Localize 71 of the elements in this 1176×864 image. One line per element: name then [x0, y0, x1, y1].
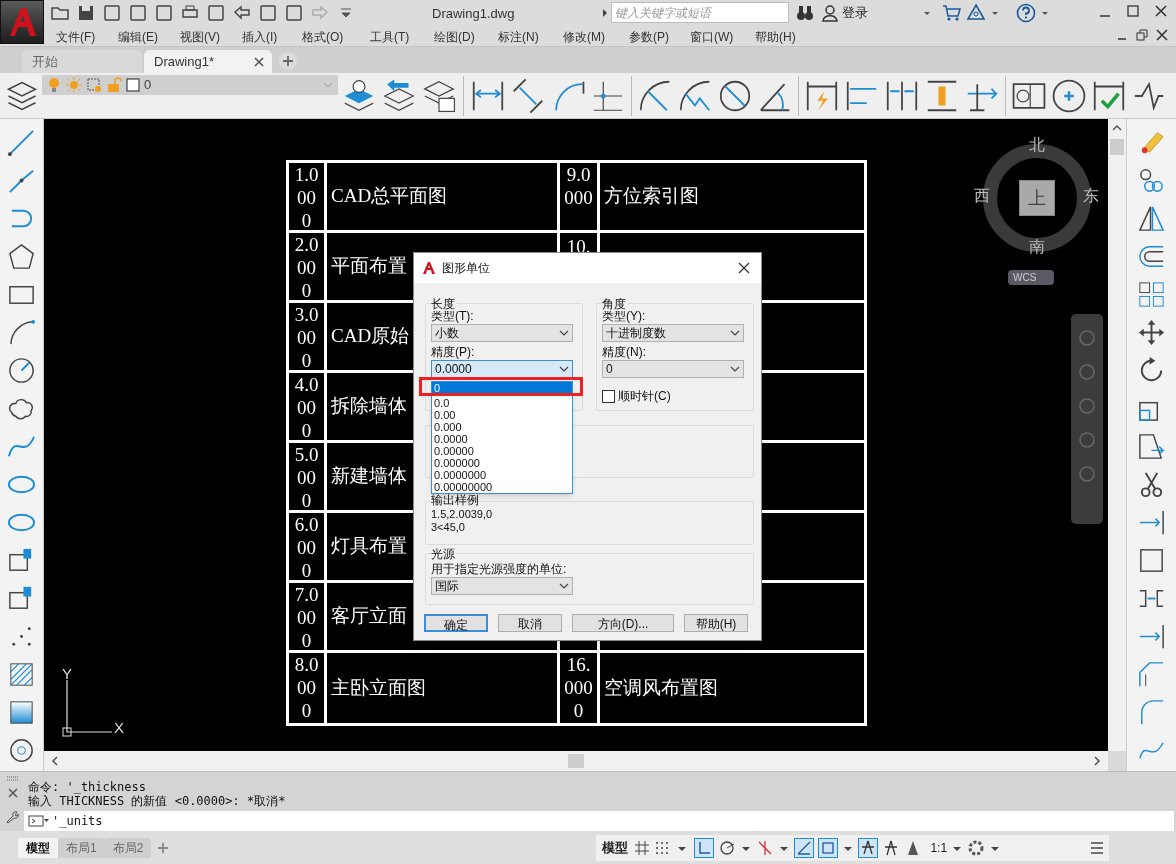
- compass-label: 西: [974, 186, 990, 206]
- table-cell: 9.0000: [560, 163, 600, 233]
- field-label: 类型(T):: [431, 309, 475, 323]
- table-cell: 7.0000: [289, 583, 327, 653]
- dialog-button[interactable]: 方向(D)...: [572, 614, 674, 632]
- table-cell: 主卧立面图: [327, 653, 560, 723]
- layer-name: 0: [144, 76, 152, 95]
- table-cell: 4.0000: [289, 373, 327, 443]
- layout-tab[interactable]: 布局1: [58, 837, 105, 858]
- menu-item[interactable]: 工具(T): [370, 28, 434, 46]
- view-cube-face[interactable]: 上: [1019, 180, 1055, 216]
- menu-item[interactable]: 帮助(H): [755, 28, 815, 46]
- table-cell: 方位索引图: [600, 163, 864, 233]
- compass-label: 东: [1083, 186, 1099, 206]
- wcs-dropdown[interactable]: WCS: [1008, 270, 1054, 285]
- length-type-dropdown[interactable]: 小数: [431, 324, 573, 342]
- table-cell: 2.0000: [289, 233, 327, 303]
- menu-item[interactable]: 文件(F): [56, 28, 118, 46]
- layout-tab[interactable]: 布局2: [104, 837, 152, 858]
- menu-item[interactable]: 格式(O): [302, 28, 370, 46]
- field-label: 精度(N):: [602, 345, 647, 359]
- menu-item[interactable]: 绘图(D): [434, 28, 498, 46]
- field-label: 角度: [602, 297, 628, 311]
- table-cell: CAD总平面图: [327, 163, 560, 233]
- menu-item[interactable]: 插入(I): [242, 28, 302, 46]
- sample-output-line: 3<45,0: [431, 521, 466, 534]
- field-label: 光源: [431, 547, 457, 561]
- field-label: 输出样例: [431, 493, 479, 507]
- compass-label: 北: [1029, 135, 1045, 155]
- command-input-field[interactable]: '_units: [24, 811, 1174, 831]
- table-cell: 1.0000: [289, 163, 327, 233]
- field-label: 类型(Y):: [602, 309, 647, 323]
- angle-precision-dropdown[interactable]: 0: [602, 360, 744, 378]
- menu-item[interactable]: 修改(M): [563, 28, 629, 46]
- table-cell: 5.0000: [289, 443, 327, 513]
- compass-label: 南: [1029, 237, 1045, 257]
- annotation-scale-label[interactable]: 1:1: [930, 838, 948, 857]
- document-tab[interactable]: Drawing1*: [144, 50, 272, 73]
- table-cell: 16.0000: [560, 653, 600, 723]
- search-field[interactable]: 键入关键字或短语: [611, 2, 789, 23]
- dialog-button[interactable]: 确定: [424, 614, 488, 632]
- menu-item[interactable]: 编辑(E): [118, 28, 180, 46]
- dialog-button[interactable]: 帮助(H): [684, 614, 748, 632]
- field-label: 长度: [431, 297, 457, 311]
- table-cell: 6.0000: [289, 513, 327, 583]
- axis-label: X: [114, 718, 124, 738]
- angle-type-dropdown[interactable]: 十进制度数: [602, 324, 744, 342]
- axis-label: Y: [62, 664, 72, 684]
- lighting-unit-dropdown[interactable]: 国际: [431, 577, 573, 595]
- layout-tab[interactable]: 模型: [18, 837, 58, 858]
- table-cell: 8.0000: [289, 653, 327, 723]
- document-tab[interactable]: 开始: [22, 50, 142, 73]
- menu-item[interactable]: 视图(V): [180, 28, 242, 46]
- clockwise-checkbox[interactable]: 顺时针(C): [602, 387, 748, 405]
- menu-item[interactable]: 窗口(W): [690, 28, 755, 46]
- field-label: 精度(P):: [431, 345, 476, 359]
- table-cell: 3.0000: [289, 303, 327, 373]
- layer-dropdown[interactable]: 0: [42, 75, 338, 95]
- length-precision-dropdown[interactable]: 0.0000: [431, 360, 573, 378]
- command-input-text: '_units: [52, 813, 103, 830]
- command-history-line: 输入 THICKNESS 的新值 <0.0000>: *取消*: [28, 794, 286, 810]
- command-history-line: 命令: '_thickness: [28, 779, 146, 795]
- model-space-button[interactable]: 模型: [600, 837, 631, 858]
- login-button[interactable]: 登录: [819, 3, 870, 23]
- document-title: Drawing1.dwg: [432, 5, 515, 23]
- dropdown-option[interactable]: 0: [432, 382, 572, 394]
- dialog-button[interactable]: 取消: [498, 614, 562, 632]
- table-cell-text: 空调风布置图: [603, 675, 719, 700]
- menu-item[interactable]: 参数(P): [629, 28, 690, 46]
- menu-item[interactable]: 标注(N): [498, 28, 563, 46]
- dialog-title: 图形单位: [442, 260, 490, 277]
